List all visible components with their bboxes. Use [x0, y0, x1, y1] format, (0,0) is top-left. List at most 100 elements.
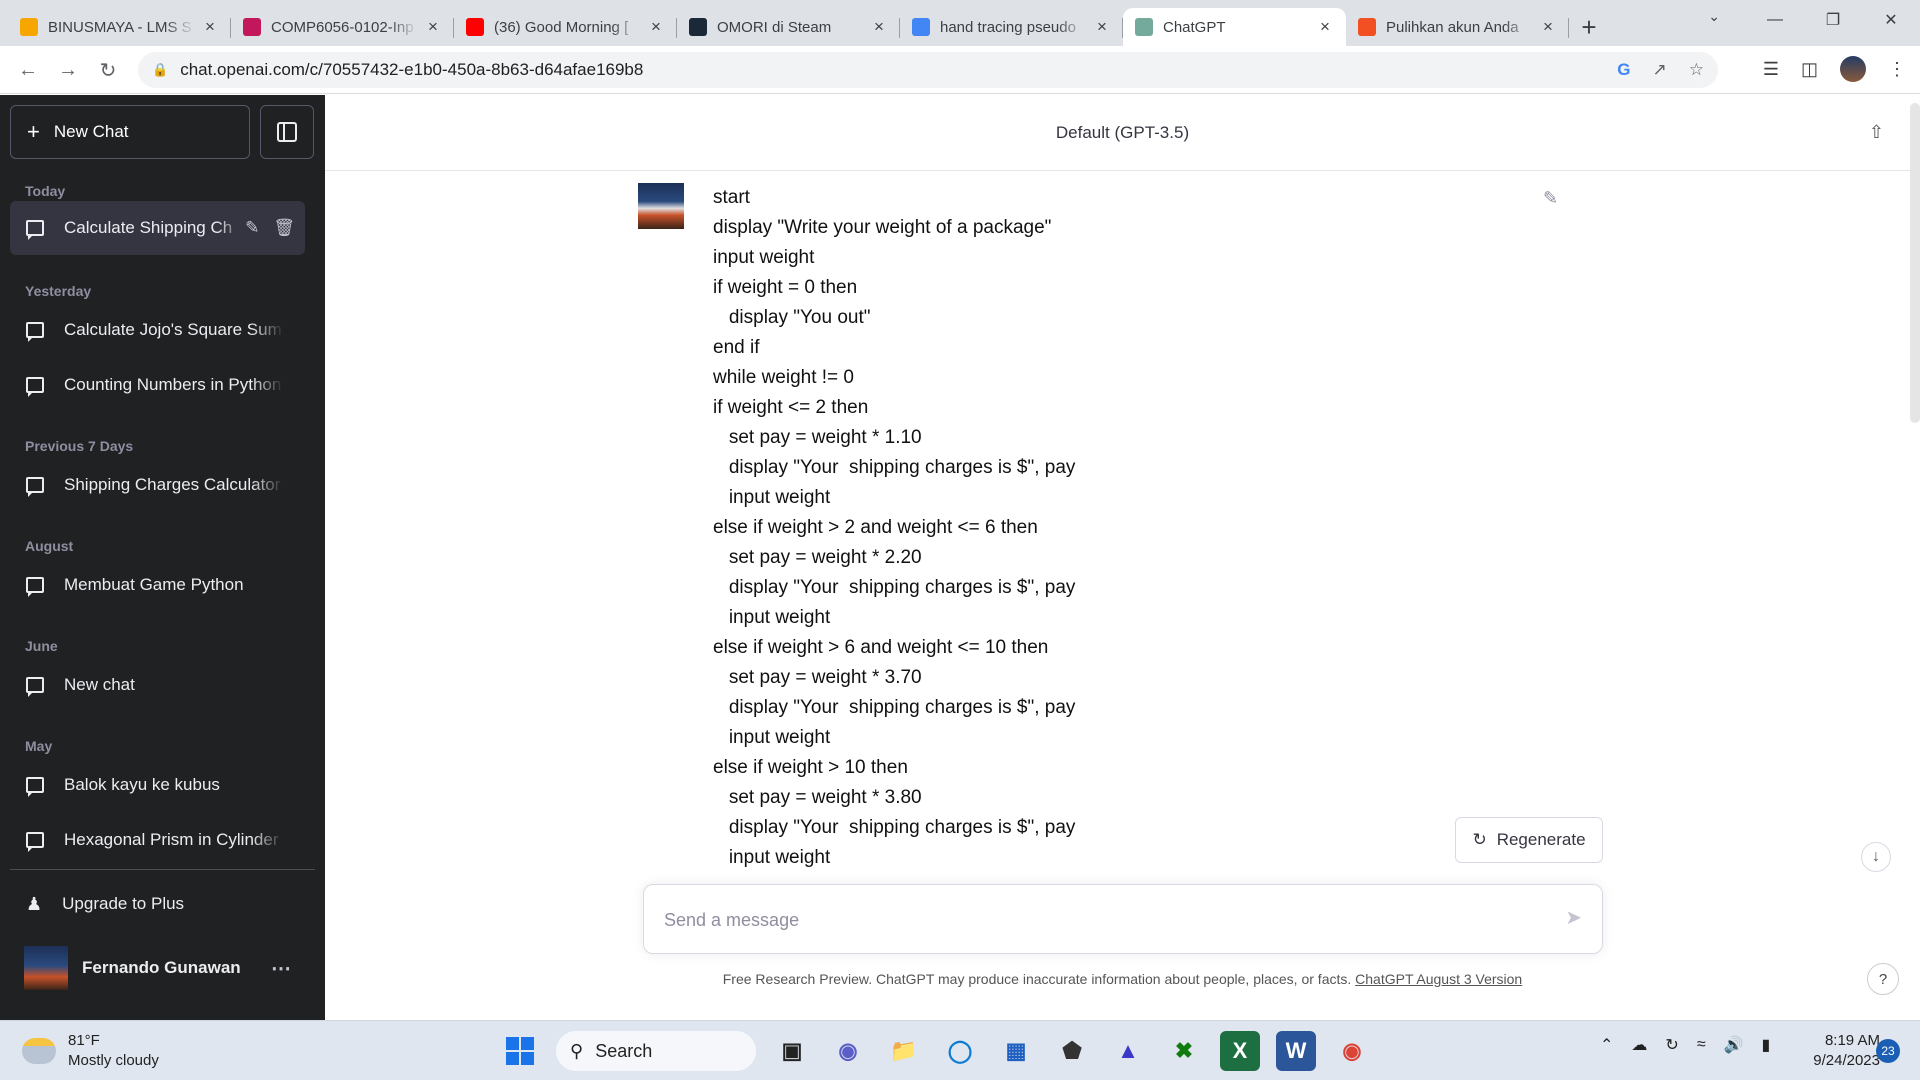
- excel-icon[interactable]: X: [1220, 1031, 1260, 1071]
- chat-item[interactable]: Shipping Charges Calculator: [10, 458, 305, 512]
- clock[interactable]: 8:19 AM 9/24/2023: [1790, 1031, 1880, 1071]
- user-icon: ♟: [26, 893, 43, 914]
- word-icon[interactable]: W: [1276, 1031, 1316, 1071]
- tab-close-icon[interactable]: ×: [1316, 17, 1334, 37]
- chrome-icon[interactable]: ◉: [1332, 1031, 1372, 1071]
- taskbar-search[interactable]: ⚲ Search: [556, 1031, 756, 1071]
- scroll-down-button[interactable]: ↓: [1861, 842, 1891, 872]
- browser-tab[interactable]: BINUSMAYA - LMS S ×: [8, 8, 231, 46]
- weather-widget[interactable]: 81°F Mostly cloudy: [22, 1031, 159, 1071]
- tab-close-icon[interactable]: ×: [201, 17, 219, 37]
- date: 9/24/2023: [1813, 1052, 1880, 1069]
- new-chat-button[interactable]: + New Chat: [10, 105, 250, 159]
- plus-icon: +: [27, 119, 40, 144]
- message-line: set pay = weight * 3.80: [713, 787, 922, 808]
- tab-close-icon[interactable]: ×: [424, 17, 442, 37]
- browser-tab[interactable]: hand tracing pseudo ×: [900, 8, 1123, 46]
- tab-close-icon[interactable]: ×: [1093, 17, 1111, 37]
- chat-item[interactable]: Balok kayu ke kubus: [10, 758, 305, 812]
- taskbar-search-label: Search: [595, 1040, 653, 1061]
- new-tab-button[interactable]: +: [1569, 8, 1609, 46]
- trash-icon[interactable]: 🗑: [273, 218, 295, 238]
- lock-icon[interactable]: 🔒: [152, 62, 168, 78]
- upgrade-to-plus-button[interactable]: ♟ Upgrade to Plus: [10, 877, 305, 931]
- onedrive-icon[interactable]: ☁: [1631, 1035, 1647, 1055]
- tab-close-icon[interactable]: ×: [1539, 17, 1557, 37]
- google-translate-icon[interactable]: G: [1617, 60, 1630, 80]
- system-tray: ⌃ ☁ ↻ ≈ 🔊 ▮: [1600, 1035, 1770, 1055]
- browser-tab[interactable]: COMP6056-0102-Inp ×: [231, 8, 454, 46]
- section-heading-august: August: [25, 538, 74, 554]
- browser-profile-avatar[interactable]: [1840, 56, 1866, 82]
- url-text[interactable]: chat.openai.com/c/70557432-e1b0-450a-8b6…: [180, 60, 643, 80]
- scrollbar[interactable]: [1910, 103, 1920, 423]
- chat-item-label: Membuat Game Python: [64, 575, 244, 594]
- help-button[interactable]: ?: [1867, 963, 1899, 995]
- file-explorer-icon[interactable]: 📁: [884, 1031, 924, 1071]
- browser-tab[interactable]: ChatGPT ×: [1123, 8, 1346, 46]
- tab-close-icon[interactable]: ×: [870, 17, 888, 37]
- wifi-icon[interactable]: ≈: [1697, 1036, 1706, 1054]
- edit-message-icon[interactable]: ✎: [1543, 188, 1558, 209]
- tab-search-icon[interactable]: ⌄: [1708, 8, 1720, 25]
- browser-menu-icon[interactable]: ⋮: [1888, 59, 1906, 80]
- chat-item[interactable]: New chat: [10, 658, 305, 712]
- weather-condition: Mostly cloudy: [68, 1052, 159, 1069]
- model-title[interactable]: Default (GPT-3.5): [1056, 123, 1189, 143]
- chat-item-active[interactable]: Calculate Shipping Ch ✎ 🗑: [10, 201, 305, 255]
- chat-item[interactable]: Counting Numbers in Python: [10, 358, 305, 412]
- microsoft-store-icon[interactable]: ▦: [996, 1031, 1036, 1071]
- forward-arrow-icon[interactable]: →: [54, 56, 82, 84]
- chat-item[interactable]: Calculate Jojo's Square Sum: [10, 303, 305, 357]
- tab-title: hand tracing pseudo: [940, 18, 1076, 36]
- back-arrow-icon[interactable]: ←: [14, 56, 42, 84]
- unity-hub-icon[interactable]: ⬟: [1052, 1031, 1092, 1071]
- bookmark-star-icon[interactable]: ☆: [1689, 60, 1704, 80]
- reload-icon[interactable]: ↻: [94, 56, 122, 84]
- regenerate-button[interactable]: ↻ Regenerate: [1455, 817, 1603, 863]
- chat-item-label: Calculate Jojo's Square Sum: [64, 320, 282, 339]
- notification-badge[interactable]: 23: [1876, 1039, 1900, 1063]
- tab-close-icon[interactable]: ×: [647, 17, 665, 37]
- message-line: display "Your shipping charges is $", pa…: [713, 697, 1076, 718]
- show-hidden-icons-chevron-icon[interactable]: ⌃: [1600, 1035, 1613, 1055]
- address-bar[interactable]: 🔒 chat.openai.com/c/70557432-e1b0-450a-8…: [138, 52, 1718, 88]
- close-window-button[interactable]: ✕: [1862, 0, 1920, 40]
- edit-pencil-icon[interactable]: ✎: [245, 218, 259, 238]
- restore-button[interactable]: ❐: [1804, 0, 1862, 40]
- toggle-sidebar-button[interactable]: [260, 105, 314, 159]
- edge-browser-icon[interactable]: ◯: [940, 1031, 980, 1071]
- share-icon[interactable]: ⇧: [1869, 122, 1884, 143]
- editor-app-icon[interactable]: ▲: [1108, 1031, 1148, 1071]
- user-message-avatar: [638, 183, 684, 229]
- chat-item[interactable]: Hexagonal Prism in Cylinder: [10, 813, 305, 867]
- media-queue-icon[interactable]: ☰: [1763, 59, 1779, 80]
- time: 8:19 AM: [1824, 1032, 1880, 1049]
- browser-tab[interactable]: Pulihkan akun Anda ×: [1346, 8, 1569, 46]
- message-line: input weight: [713, 247, 815, 268]
- tab-favicon-icon: [20, 18, 38, 36]
- message-line: display "Your shipping charges is $", pa…: [713, 457, 1076, 478]
- share-page-icon[interactable]: ↗: [1653, 60, 1667, 80]
- sync-icon[interactable]: ↻: [1665, 1035, 1678, 1055]
- sidebar-toggle-icon: [277, 122, 297, 142]
- browser-tab[interactable]: OMORI di Steam ×: [677, 8, 900, 46]
- tab-title: ChatGPT: [1163, 18, 1226, 36]
- user-account-button[interactable]: Fernando Gunawan ⋯: [10, 938, 305, 998]
- volume-icon[interactable]: 🔊: [1724, 1035, 1744, 1055]
- minimize-button[interactable]: —: [1746, 0, 1804, 40]
- send-icon[interactable]: ➤: [1565, 905, 1582, 930]
- teams-chat-icon[interactable]: ◉: [828, 1031, 868, 1071]
- version-link[interactable]: ChatGPT August 3 Version: [1355, 971, 1522, 987]
- more-options-icon[interactable]: ⋯: [271, 956, 291, 981]
- battery-icon[interactable]: ▮: [1762, 1035, 1771, 1055]
- message-input[interactable]: [662, 905, 1526, 935]
- chat-item[interactable]: Membuat Game Python: [10, 558, 305, 612]
- xbox-icon[interactable]: ✖: [1164, 1031, 1204, 1071]
- task-view-icon[interactable]: ▣: [772, 1031, 812, 1071]
- browser-tab[interactable]: (36) Good Morning [×: [454, 8, 677, 46]
- side-panel-icon[interactable]: ◫: [1801, 59, 1818, 80]
- regenerate-label: Regenerate: [1496, 830, 1586, 849]
- new-chat-label: New Chat: [53, 122, 129, 141]
- windows-start-icon[interactable]: [500, 1031, 540, 1071]
